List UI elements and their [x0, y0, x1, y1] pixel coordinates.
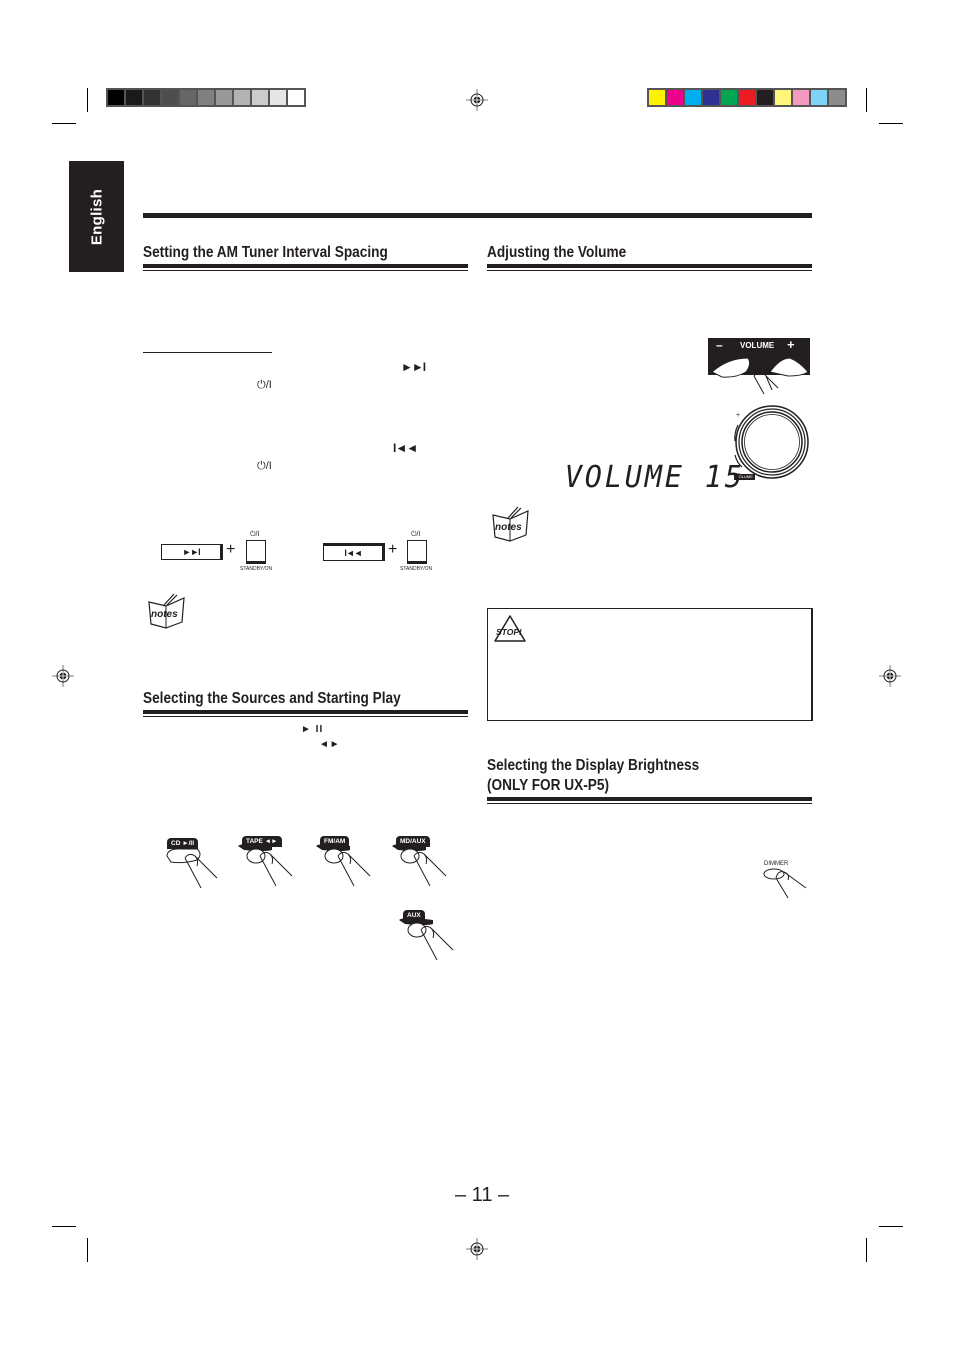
- dimmer-button-with-finger: [763, 868, 807, 899]
- section-title-brightness-line1: Selecting the Display Brightness: [487, 757, 700, 774]
- color-swatch: [685, 90, 701, 105]
- volume-buttons-with-finger: [711, 357, 809, 395]
- color-swatch: [793, 90, 809, 105]
- grayscale-calibration-bar: [106, 88, 306, 107]
- power-label: ⏻/I: [411, 531, 421, 538]
- color-swatch: [667, 90, 683, 105]
- grayscale-swatch: [270, 90, 286, 105]
- section-title-am-tuner: Setting the AM Tuner Interval Spacing: [143, 244, 388, 261]
- grayscale-swatch: [162, 90, 178, 105]
- next-button-diagram: ►►I: [161, 544, 223, 560]
- power-label: ⏻/I: [250, 531, 260, 538]
- plus-sign: +: [388, 541, 398, 558]
- notes-icon: notes: [148, 593, 185, 629]
- section-title-sources: Selecting the Sources and Starting Play: [143, 690, 401, 707]
- section-title-volume: Adjusting the Volume: [487, 244, 627, 261]
- section-rule: [143, 710, 468, 714]
- next-track-icon: ►►I: [401, 360, 426, 374]
- page-number: – 11 –: [455, 1184, 510, 1206]
- grayscale-swatch: [234, 90, 250, 105]
- grayscale-swatch: [126, 90, 142, 105]
- power-icon: ⏻/I: [257, 460, 272, 472]
- registration-mark-icon: [466, 89, 488, 111]
- section-rule: [487, 270, 812, 271]
- prev-track-icon: I◄◄: [393, 441, 418, 455]
- finger-press-icon: [166, 848, 218, 889]
- color-calibration-bar: [647, 88, 847, 107]
- section-rule: [143, 716, 468, 717]
- standby-label: STANDBY/ON: [400, 566, 433, 572]
- finger-press-icon: [392, 844, 447, 887]
- grayscale-swatch: [144, 90, 160, 105]
- caution-box: STOP!: [487, 608, 813, 721]
- standby-label: STANDBY/ON: [240, 566, 273, 572]
- section-rule: [487, 264, 812, 268]
- crop-mark: [866, 1238, 867, 1262]
- notes-icon-label: notes: [495, 522, 522, 533]
- crop-mark: [879, 123, 903, 124]
- language-tab-label: English: [88, 188, 105, 245]
- registration-mark-icon: [52, 665, 74, 687]
- volume-display-readout: VOLUME 15: [564, 460, 745, 495]
- grayscale-swatch: [288, 90, 304, 105]
- play-pause-icon: ► II: [301, 724, 324, 735]
- color-swatch: [757, 90, 773, 105]
- crop-mark: [87, 1238, 88, 1262]
- section-title-brightness-line2: (ONLY FOR UX-P5): [487, 777, 610, 794]
- notes-icon: notes: [492, 506, 529, 542]
- section-rule: [487, 803, 812, 804]
- stop-icon-label: STOP!: [496, 627, 522, 637]
- crop-mark: [52, 123, 76, 124]
- grayscale-swatch: [108, 90, 124, 105]
- volume-panel-label: VOLUME: [740, 341, 775, 350]
- grayscale-swatch: [252, 90, 268, 105]
- grayscale-swatch: [180, 90, 196, 105]
- crop-mark: [866, 88, 867, 112]
- section-rule: [143, 270, 468, 271]
- color-swatch: [703, 90, 719, 105]
- subheading-underline: [143, 352, 272, 353]
- language-tab: English: [69, 161, 124, 272]
- grayscale-swatch: [216, 90, 232, 105]
- section-rule: [143, 264, 468, 268]
- crop-mark: [87, 88, 88, 112]
- crop-mark: [879, 1226, 903, 1227]
- prev-button-diagram: I◄◄: [323, 543, 385, 561]
- stop-warning-icon: STOP!: [494, 615, 526, 642]
- grayscale-swatch: [198, 90, 214, 105]
- color-swatch: [811, 90, 827, 105]
- crop-mark: [52, 1226, 76, 1227]
- standby-button-diagram: [246, 540, 266, 564]
- color-swatch: [721, 90, 737, 105]
- tape-direction-icon: ◄ ►: [319, 739, 340, 750]
- plus-sign: +: [226, 541, 236, 558]
- section-rule: [487, 797, 812, 801]
- color-swatch: [739, 90, 755, 105]
- finger-press-icon: [399, 918, 454, 961]
- color-swatch: [829, 90, 845, 105]
- standby-button-diagram: [407, 540, 427, 564]
- svg-text:+: +: [736, 412, 740, 419]
- finger-press-icon: [316, 844, 371, 887]
- registration-mark-icon: [466, 1238, 488, 1260]
- color-swatch: [775, 90, 791, 105]
- notes-icon-label: notes: [151, 609, 178, 620]
- power-icon: ⏻/I: [257, 379, 272, 391]
- finger-press-icon: [238, 844, 293, 887]
- color-swatch: [649, 90, 665, 105]
- registration-mark-icon: [879, 665, 901, 687]
- header-rule: [143, 213, 812, 218]
